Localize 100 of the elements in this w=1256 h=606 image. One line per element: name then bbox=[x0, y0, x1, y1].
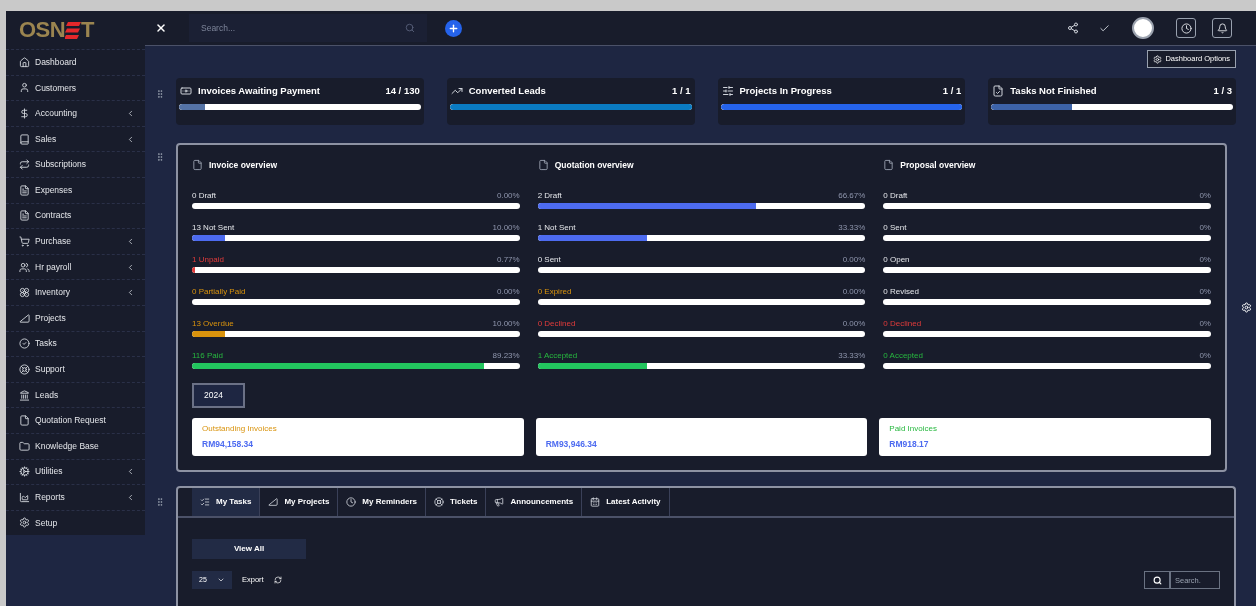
percent-label: 0.77% bbox=[496, 255, 520, 265]
total-amount: RM94,158.34 bbox=[202, 438, 255, 451]
flower-icon bbox=[19, 287, 30, 299]
check-icon[interactable] bbox=[1099, 22, 1110, 34]
sidebar-item[interactable]: Contracts bbox=[6, 202, 145, 229]
status-label: 13 Overdue bbox=[192, 319, 234, 329]
percent-label: 0% bbox=[1199, 351, 1211, 361]
sliders-icon bbox=[721, 85, 734, 98]
house-icon bbox=[19, 56, 30, 68]
document-icon bbox=[19, 210, 30, 222]
users-icon bbox=[19, 261, 30, 273]
stat-value: 1 / 3 bbox=[1213, 84, 1232, 98]
calendar-icon bbox=[590, 497, 601, 507]
megaphone-icon bbox=[494, 497, 505, 507]
search-button[interactable] bbox=[1144, 571, 1170, 589]
drag-handle-icon[interactable] bbox=[155, 496, 165, 508]
avatar[interactable] bbox=[1132, 17, 1154, 39]
status-label: 116 Paid bbox=[192, 351, 223, 361]
close-icon[interactable] bbox=[155, 22, 167, 34]
notifications-button[interactable] bbox=[1212, 18, 1232, 38]
file-icon bbox=[537, 159, 549, 171]
clock-icon bbox=[346, 497, 357, 507]
triangle-icon bbox=[268, 497, 279, 507]
percent-label: 0.00% bbox=[842, 255, 866, 265]
status-label: 0 Draft bbox=[883, 191, 908, 201]
check-circle-icon bbox=[19, 338, 30, 350]
tab[interactable]: My Tasks bbox=[192, 488, 261, 516]
sidebar-item[interactable]: Dashboard bbox=[6, 49, 145, 75]
status-label: 1 Unpaid bbox=[192, 255, 225, 265]
status-label: 13 Not Sent bbox=[192, 223, 235, 233]
stat-value: 1 / 1 bbox=[942, 84, 962, 98]
percent-label: 0% bbox=[1199, 255, 1211, 265]
sidebar-item[interactable]: Knowledge Base bbox=[6, 432, 145, 459]
percent-label: 0% bbox=[1199, 319, 1211, 329]
status-label: 0 Expired bbox=[537, 287, 572, 297]
overview-title: Proposal overview bbox=[900, 158, 976, 172]
cog-icon bbox=[19, 466, 30, 478]
clock-button[interactable] bbox=[1176, 18, 1196, 38]
settings-icon[interactable] bbox=[1240, 302, 1252, 313]
status-label: 0 Open bbox=[883, 255, 910, 265]
sidebar-item[interactable]: Expenses bbox=[6, 176, 145, 203]
percent-label: 0% bbox=[1199, 287, 1211, 297]
tab[interactable]: My Reminders bbox=[338, 488, 427, 516]
sidebar-item[interactable]: Reports bbox=[6, 484, 145, 510]
sidebar-item[interactable]: Inventory bbox=[6, 279, 145, 305]
total-amount: RM93,946.34 bbox=[545, 438, 598, 451]
sidebar-item[interactable]: Leads bbox=[6, 381, 145, 408]
search-field[interactable]: Search... bbox=[189, 14, 427, 42]
sidebar-item[interactable]: Accounting bbox=[6, 100, 145, 126]
logo-stripes-icon bbox=[65, 21, 82, 39]
search-icon bbox=[1152, 575, 1162, 585]
gear-icon bbox=[1153, 54, 1163, 64]
view-all-button[interactable]: View All bbox=[192, 539, 306, 559]
percent-label: 0.00% bbox=[496, 287, 520, 297]
sidebar-item[interactable]: Support bbox=[6, 356, 145, 382]
drag-handle-icon[interactable] bbox=[155, 88, 165, 100]
year-field[interactable]: 2024 bbox=[192, 383, 245, 408]
percent-label: 0% bbox=[1199, 223, 1211, 233]
gear-icon bbox=[19, 517, 30, 529]
sidebar-item[interactable]: Customers bbox=[6, 74, 145, 101]
status-label: 0 Sent bbox=[537, 255, 561, 265]
sidebar-item[interactable]: Tasks bbox=[6, 330, 145, 357]
percent-label: 66.67% bbox=[838, 191, 866, 201]
sidebar-item[interactable]: Sales bbox=[6, 125, 145, 152]
total-label: Outstanding Invoices bbox=[202, 423, 278, 435]
folder-icon bbox=[19, 440, 30, 452]
caret-icon bbox=[126, 134, 135, 144]
drag-handle-icon[interactable] bbox=[155, 151, 165, 163]
sidebar-item[interactable]: Purchase bbox=[6, 228, 145, 254]
triangle-icon bbox=[19, 312, 30, 324]
sidebar-item[interactable]: Hr payroll bbox=[6, 253, 145, 280]
sidebar-item[interactable]: Subscriptions bbox=[6, 151, 145, 177]
percent-label: 33.33% bbox=[838, 223, 866, 233]
user-icon bbox=[19, 82, 30, 94]
repeat-icon bbox=[19, 159, 30, 171]
status-label: 0 Revised bbox=[883, 287, 919, 297]
lifebuoy-icon bbox=[434, 497, 445, 507]
refresh-icon[interactable] bbox=[273, 576, 282, 584]
percent-label: 0.00% bbox=[842, 319, 866, 329]
status-label: 0 Sent bbox=[883, 223, 907, 233]
tab[interactable]: My Projects bbox=[260, 488, 339, 516]
sidebar-item[interactable]: Projects bbox=[6, 304, 145, 331]
sidebar-item[interactable]: Quotation Request bbox=[6, 407, 145, 433]
share-icon[interactable] bbox=[1067, 22, 1079, 34]
status-label: 0 Declined bbox=[537, 319, 576, 329]
overview-title: Invoice overview bbox=[209, 158, 278, 172]
percent-label: 10.00% bbox=[492, 319, 520, 329]
caret-icon bbox=[126, 467, 135, 477]
tab[interactable]: Announcements bbox=[486, 488, 583, 516]
add-button[interactable] bbox=[445, 19, 462, 37]
file-icon bbox=[883, 159, 895, 171]
tab[interactable]: Latest Activity bbox=[582, 488, 670, 516]
cart-icon bbox=[19, 235, 30, 247]
stat-title: Tasks Not Finished bbox=[1010, 84, 1098, 98]
sidebar-item[interactable]: Setup bbox=[6, 509, 145, 536]
total-label: Paid Invoices bbox=[889, 423, 938, 435]
sidebar-item[interactable]: Utilities bbox=[6, 458, 145, 485]
stat-title: Converted Leads bbox=[468, 84, 547, 98]
tab[interactable]: Tickets bbox=[426, 488, 487, 516]
chart-icon bbox=[19, 491, 30, 503]
